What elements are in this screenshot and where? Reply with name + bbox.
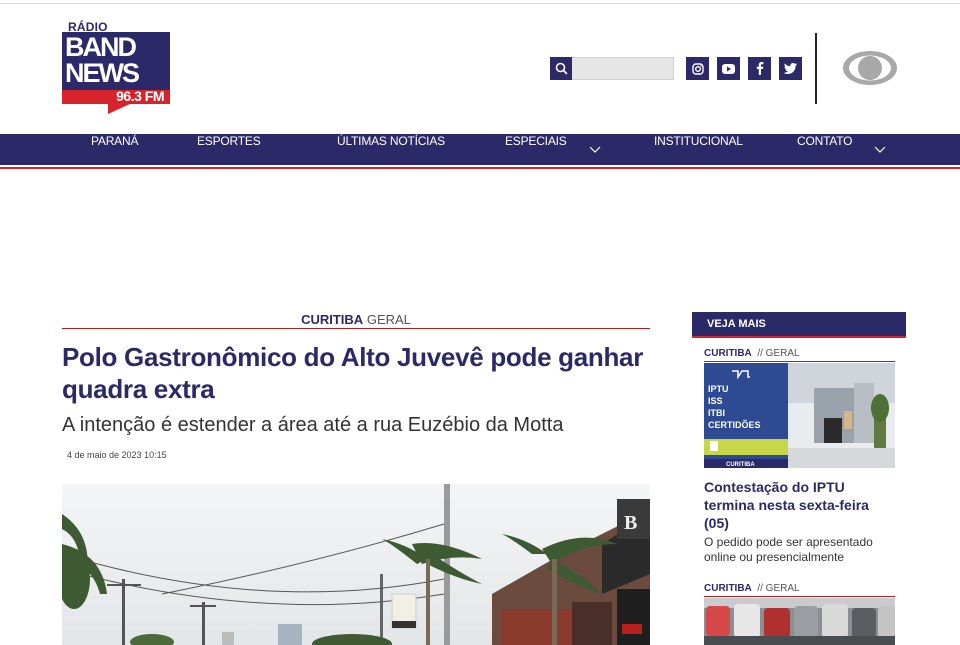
youtube-button[interactable] <box>717 57 740 80</box>
nav-item-parana[interactable]: PARANÁ <box>91 134 138 165</box>
article-subtitle: A intenção é estender a área até a rua E… <box>62 414 564 436</box>
article-photo: B <box>62 484 650 645</box>
chevron-down-icon[interactable] <box>874 143 886 155</box>
article-subcategory-link[interactable]: GERAL <box>367 312 411 327</box>
main-nav: PARANÁ ESPORTES ÚLTIMAS NOTÍCIAS ESPECIA… <box>0 134 960 165</box>
top-rule <box>0 3 960 4</box>
logo-news-text: NEWS <box>65 58 140 88</box>
nav-item-especiais[interactable]: ESPECIAIS <box>505 134 567 165</box>
logo-tail <box>108 104 130 114</box>
article-title: Polo Gastronômico do Alto Juvevê pode ga… <box>62 342 644 404</box>
logo-frequency: 96.3 FM <box>116 88 164 104</box>
sidebar-item-category: CURITIBA // GERAL <box>704 583 800 594</box>
instagram-button[interactable] <box>686 57 709 80</box>
sidebar-item-divider <box>704 596 895 597</box>
sidebar-image-text-3: ITBI <box>708 408 725 418</box>
sidebar-item-category: CURITIBA // GERAL <box>704 348 800 359</box>
search-bar <box>550 57 674 80</box>
sidebar-image-text-4: CERTIDÕES <box>708 420 761 430</box>
article-category-link[interactable]: CURITIBA <box>301 312 363 327</box>
sidebar-image-text-2: ISS <box>708 396 723 406</box>
search-icon <box>555 62 568 75</box>
facebook-button[interactable] <box>748 57 771 80</box>
search-input[interactable] <box>572 57 674 80</box>
svg-text:B: B <box>624 512 637 534</box>
social-links <box>686 57 802 80</box>
chevron-down-icon[interactable] <box>589 143 601 155</box>
sidebar-category-link[interactable]: CURITIBA <box>704 348 752 359</box>
nav-item-ultimas-noticias[interactable]: ÚLTIMAS NOTÍCIAS <box>337 134 445 165</box>
sidebar-item-divider <box>704 361 895 362</box>
bandnews-logo[interactable]: RÁDIO BAND NEWS 96.3 FM <box>62 20 170 114</box>
sidebar-image-caption: CURITIBA <box>726 462 755 468</box>
header-divider <box>815 33 817 104</box>
sidebar-item-description: O pedido pode ser apresentado online ou … <box>704 535 873 564</box>
search-button[interactable] <box>550 57 572 80</box>
sidebar-item-image[interactable] <box>704 598 895 645</box>
facebook-icon <box>756 62 763 75</box>
article-date: 4 de maio de 2023 10:15 <box>67 450 167 460</box>
twitter-icon <box>784 63 797 74</box>
logo-band-text: BAND <box>65 32 137 62</box>
nav-item-esportes[interactable]: ESPORTES <box>197 134 261 165</box>
sidebar-item-image[interactable]: IPTU ISS ITBI CERTIDÕES CURITIBA <box>704 363 895 468</box>
youtube-icon <box>722 63 735 74</box>
sidebar-category-link[interactable]: CURITIBA <box>704 583 752 594</box>
sidebar-item-title[interactable]: Contestação do IPTU termina nesta sexta-… <box>704 478 894 532</box>
band-eye-logo[interactable] <box>842 50 898 86</box>
instagram-icon <box>691 62 704 75</box>
article-category: CURITIBA GERAL <box>62 312 650 327</box>
sidebar-image-text-1: IPTU <box>708 384 729 394</box>
category-divider <box>62 328 650 329</box>
sidebar-subcategory-link[interactable]: // GERAL <box>757 348 799 359</box>
nav-item-contato[interactable]: CONTATO <box>797 134 852 165</box>
sidebar-heading: VEJA MAIS <box>692 312 906 336</box>
nav-accent-line <box>0 167 960 169</box>
twitter-button[interactable] <box>779 57 802 80</box>
sidebar-subcategory-link[interactable]: // GERAL <box>757 583 799 594</box>
nav-item-institucional[interactable]: INSTITUCIONAL <box>654 134 743 165</box>
sidebar-heading-accent <box>692 336 906 338</box>
